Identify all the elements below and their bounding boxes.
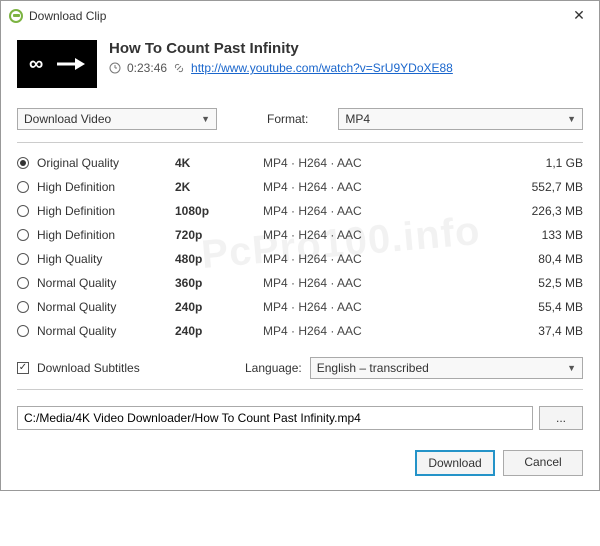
window-title: Download Clip [29,9,567,23]
quality-size: 52,5 MB [503,276,583,290]
quality-size: 1,1 GB [503,156,583,170]
svg-text:∞: ∞ [29,53,43,75]
clock-icon [109,62,121,74]
quality-radio[interactable] [17,181,29,193]
quality-resolution: 1080p [175,204,255,218]
video-url-link[interactable]: http://www.youtube.com/watch?v=SrU9YDoXE… [191,61,453,75]
quality-name: High Definition [37,228,167,242]
quality-row[interactable]: High Definition 720p MP4 · H264 · AAC 133 M… [17,223,583,247]
quality-codec: MP4 · H264 · AAC [263,276,495,290]
quality-codec: MP4 · H264 · AAC [263,204,495,218]
quality-size: 80,4 MB [503,252,583,266]
chevron-down-icon: ▼ [567,363,576,373]
language-select[interactable]: English – transcribed ▼ [310,357,583,379]
quality-row[interactable]: Normal Quality 360p MP4 · H264 · AAC 52,5 M… [17,271,583,295]
quality-radio[interactable] [17,205,29,217]
quality-name: High Definition [37,180,167,194]
language-label: Language: [245,361,302,375]
quality-size: 37,4 MB [503,324,583,338]
quality-codec: MP4 · H264 · AAC [263,156,495,170]
chevron-down-icon: ▼ [567,114,576,124]
quality-row[interactable]: High Quality 480p MP4 · H264 · AAC 80,4 MB [17,247,583,271]
quality-radio[interactable] [17,157,29,169]
quality-resolution: 480p [175,252,255,266]
download-button[interactable]: Download [415,450,495,476]
quality-row[interactable]: Normal Quality 240p MP4 · H264 · AAC 37,4 M… [17,319,583,343]
format-value: MP4 [345,112,370,126]
quality-codec: MP4 · H264 · AAC [263,252,495,266]
subtitles-label: Download Subtitles [37,361,217,375]
video-thumbnail: ∞ [17,40,97,88]
language-value: English – transcribed [317,361,429,375]
quality-resolution: 2K [175,180,255,194]
quality-radio[interactable] [17,229,29,241]
quality-resolution: 240p [175,324,255,338]
chevron-down-icon: ▼ [201,114,210,124]
quality-name: Normal Quality [37,276,167,290]
quality-radio[interactable] [17,253,29,265]
quality-codec: MP4 · H264 · AAC [263,180,495,194]
quality-row[interactable]: Original Quality 4K MP4 · H264 · AAC 1,1 GB [17,151,583,175]
quality-row[interactable]: High Definition 1080p MP4 · H264 · AAC 226,… [17,199,583,223]
quality-name: Original Quality [37,156,167,170]
close-icon[interactable]: ✕ [567,7,591,24]
cancel-button[interactable]: Cancel [503,450,583,476]
quality-size: 226,3 MB [503,204,583,218]
quality-row[interactable]: Normal Quality 240p MP4 · H264 · AAC 55,4 M… [17,295,583,319]
download-mode-select[interactable]: Download Video ▼ [17,108,217,130]
quality-codec: MP4 · H264 · AAC [263,324,495,338]
quality-resolution: 360p [175,276,255,290]
quality-radio[interactable] [17,325,29,337]
subtitles-checkbox[interactable]: ✓ [17,362,29,374]
quality-resolution: 720p [175,228,255,242]
quality-name: Normal Quality [37,300,167,314]
quality-resolution: 4K [175,156,255,170]
format-select[interactable]: MP4 ▼ [338,108,583,130]
quality-name: Normal Quality [37,324,167,338]
quality-size: 133 MB [503,228,583,242]
quality-row[interactable]: High Definition 2K MP4 · H264 · AAC 552,7 M… [17,175,583,199]
quality-codec: MP4 · H264 · AAC [263,228,495,242]
quality-size: 55,4 MB [503,300,583,314]
save-path-input[interactable] [17,406,533,430]
quality-radio[interactable] [17,301,29,313]
quality-codec: MP4 · H264 · AAC [263,300,495,314]
app-icon [9,9,23,23]
link-icon [173,62,185,74]
download-mode-value: Download Video [24,112,111,126]
quality-name: High Quality [37,252,167,266]
video-title: How To Count Past Infinity [109,40,583,57]
quality-radio[interactable] [17,277,29,289]
format-label: Format: [267,112,308,126]
browse-button[interactable]: ... [539,406,583,430]
quality-name: High Definition [37,204,167,218]
quality-resolution: 240p [175,300,255,314]
quality-size: 552,7 MB [503,180,583,194]
video-duration: 0:23:46 [127,61,167,75]
